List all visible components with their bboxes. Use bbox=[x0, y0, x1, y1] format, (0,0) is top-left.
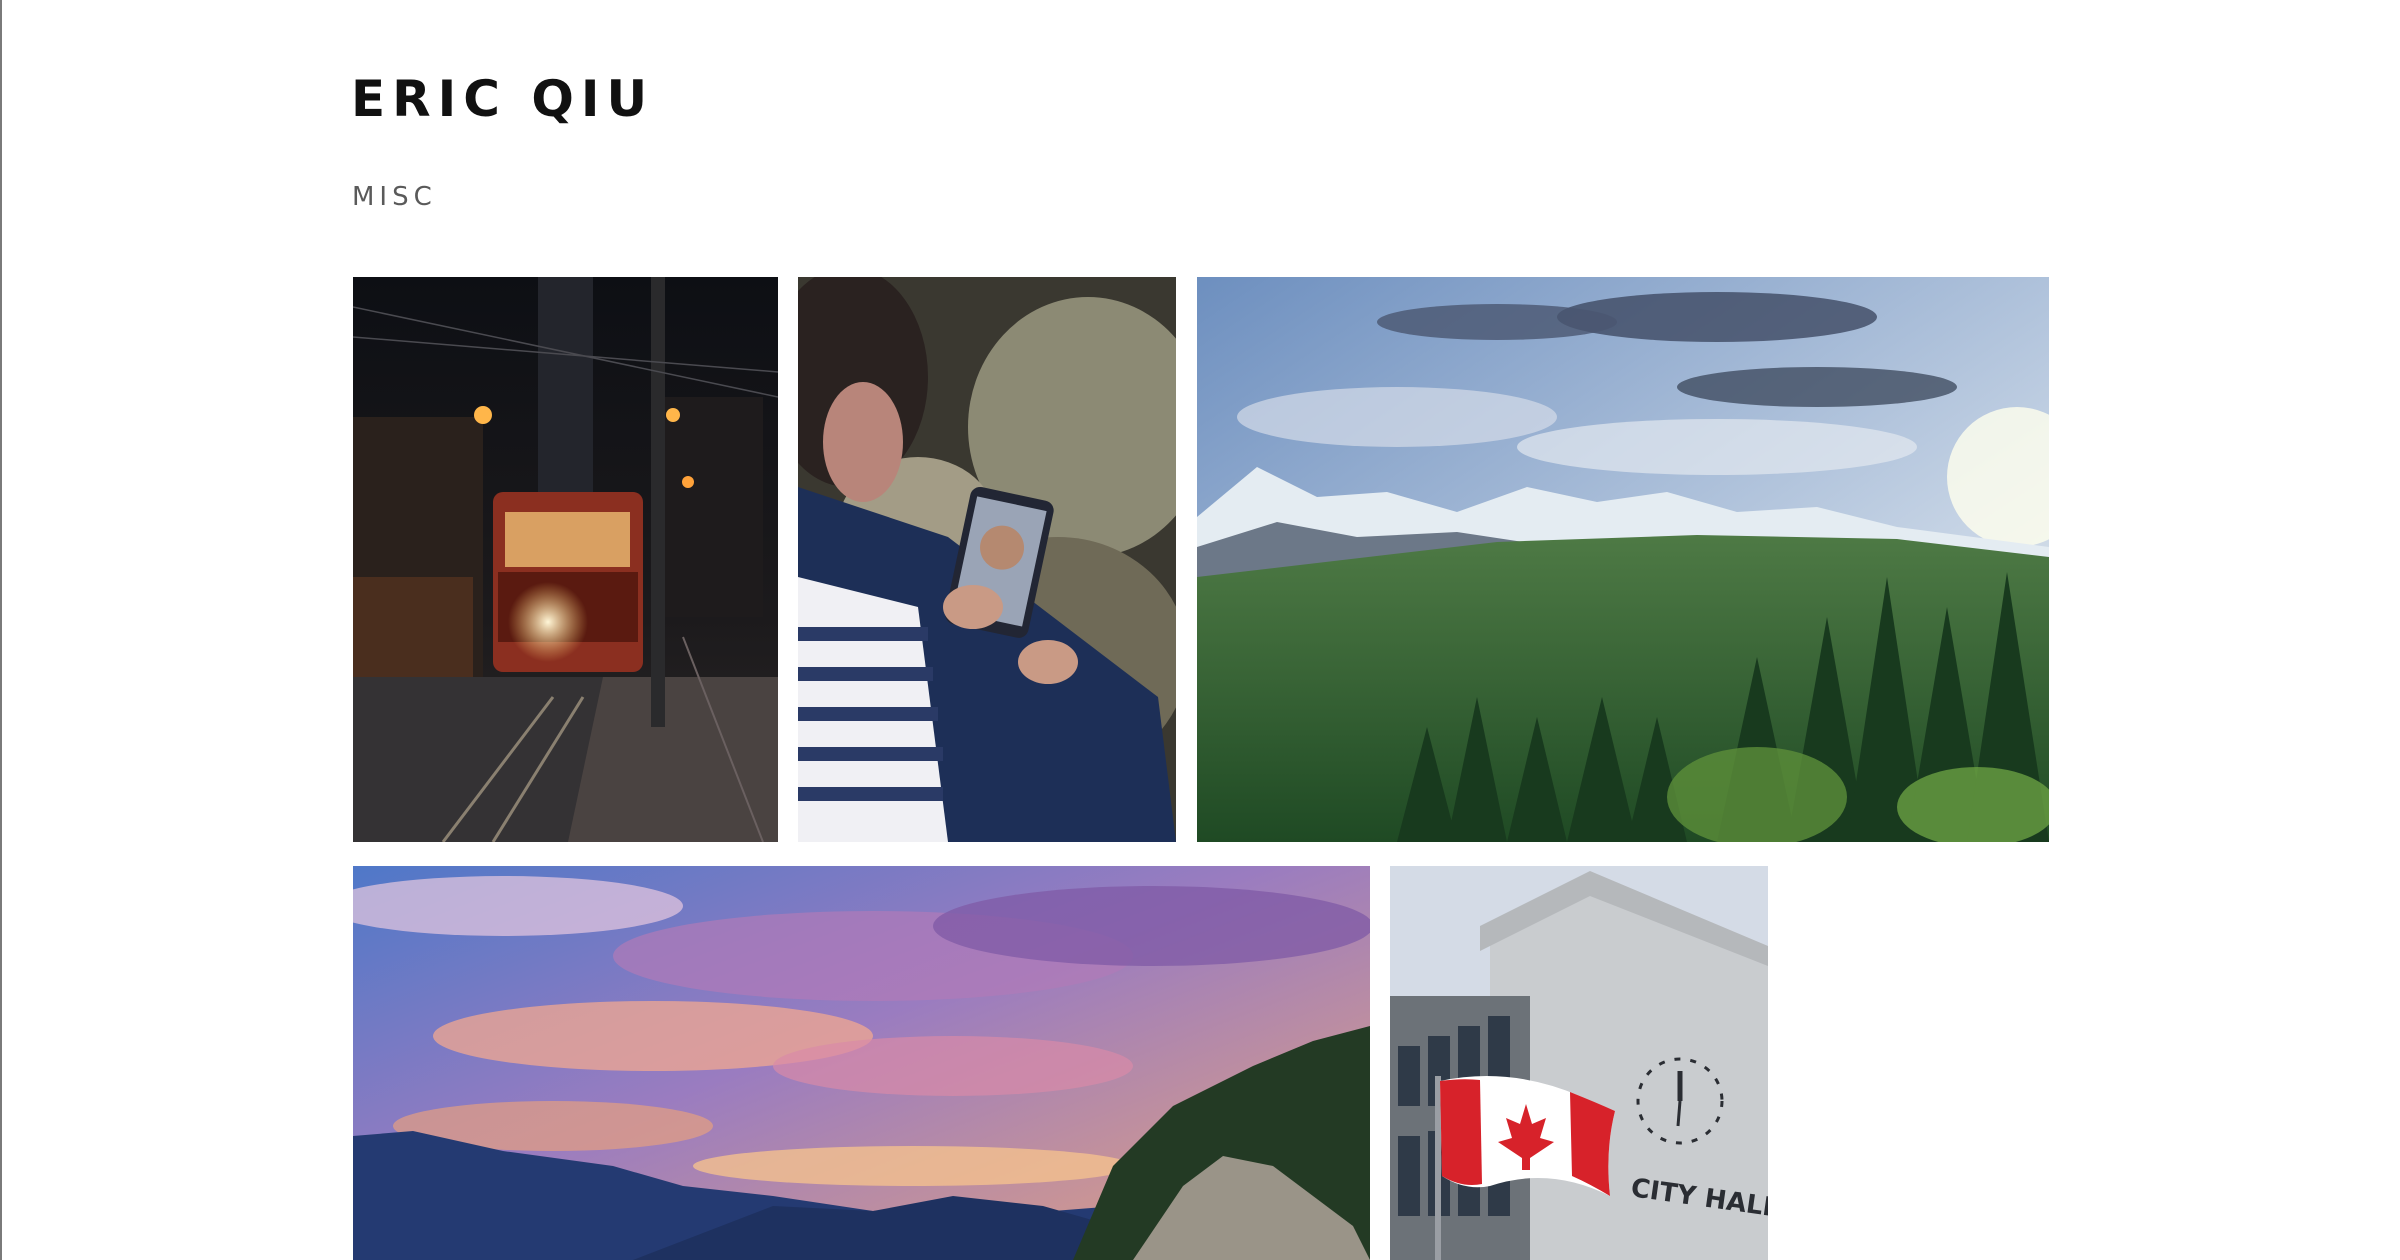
site-title[interactable]: ERIC QIU bbox=[351, 74, 654, 124]
selfie-photo-image bbox=[798, 277, 1176, 842]
streetcar-photo-image bbox=[353, 277, 778, 842]
city-hall-photo-image: CITY HALL bbox=[1390, 866, 1768, 1260]
page-edge-divider bbox=[0, 0, 2, 1260]
gallery-photo-mountains[interactable] bbox=[1197, 277, 2049, 842]
gallery-photo-streetcar[interactable] bbox=[353, 277, 778, 842]
section-label: MISC bbox=[352, 182, 437, 212]
gallery-photo-city-hall[interactable]: CITY HALL bbox=[1390, 866, 1768, 1260]
mountains-photo-image bbox=[1197, 277, 2049, 842]
sunset-photo-image bbox=[353, 866, 1370, 1260]
gallery-photo-sunset[interactable] bbox=[353, 866, 1370, 1260]
gallery-photo-selfie[interactable] bbox=[798, 277, 1176, 842]
